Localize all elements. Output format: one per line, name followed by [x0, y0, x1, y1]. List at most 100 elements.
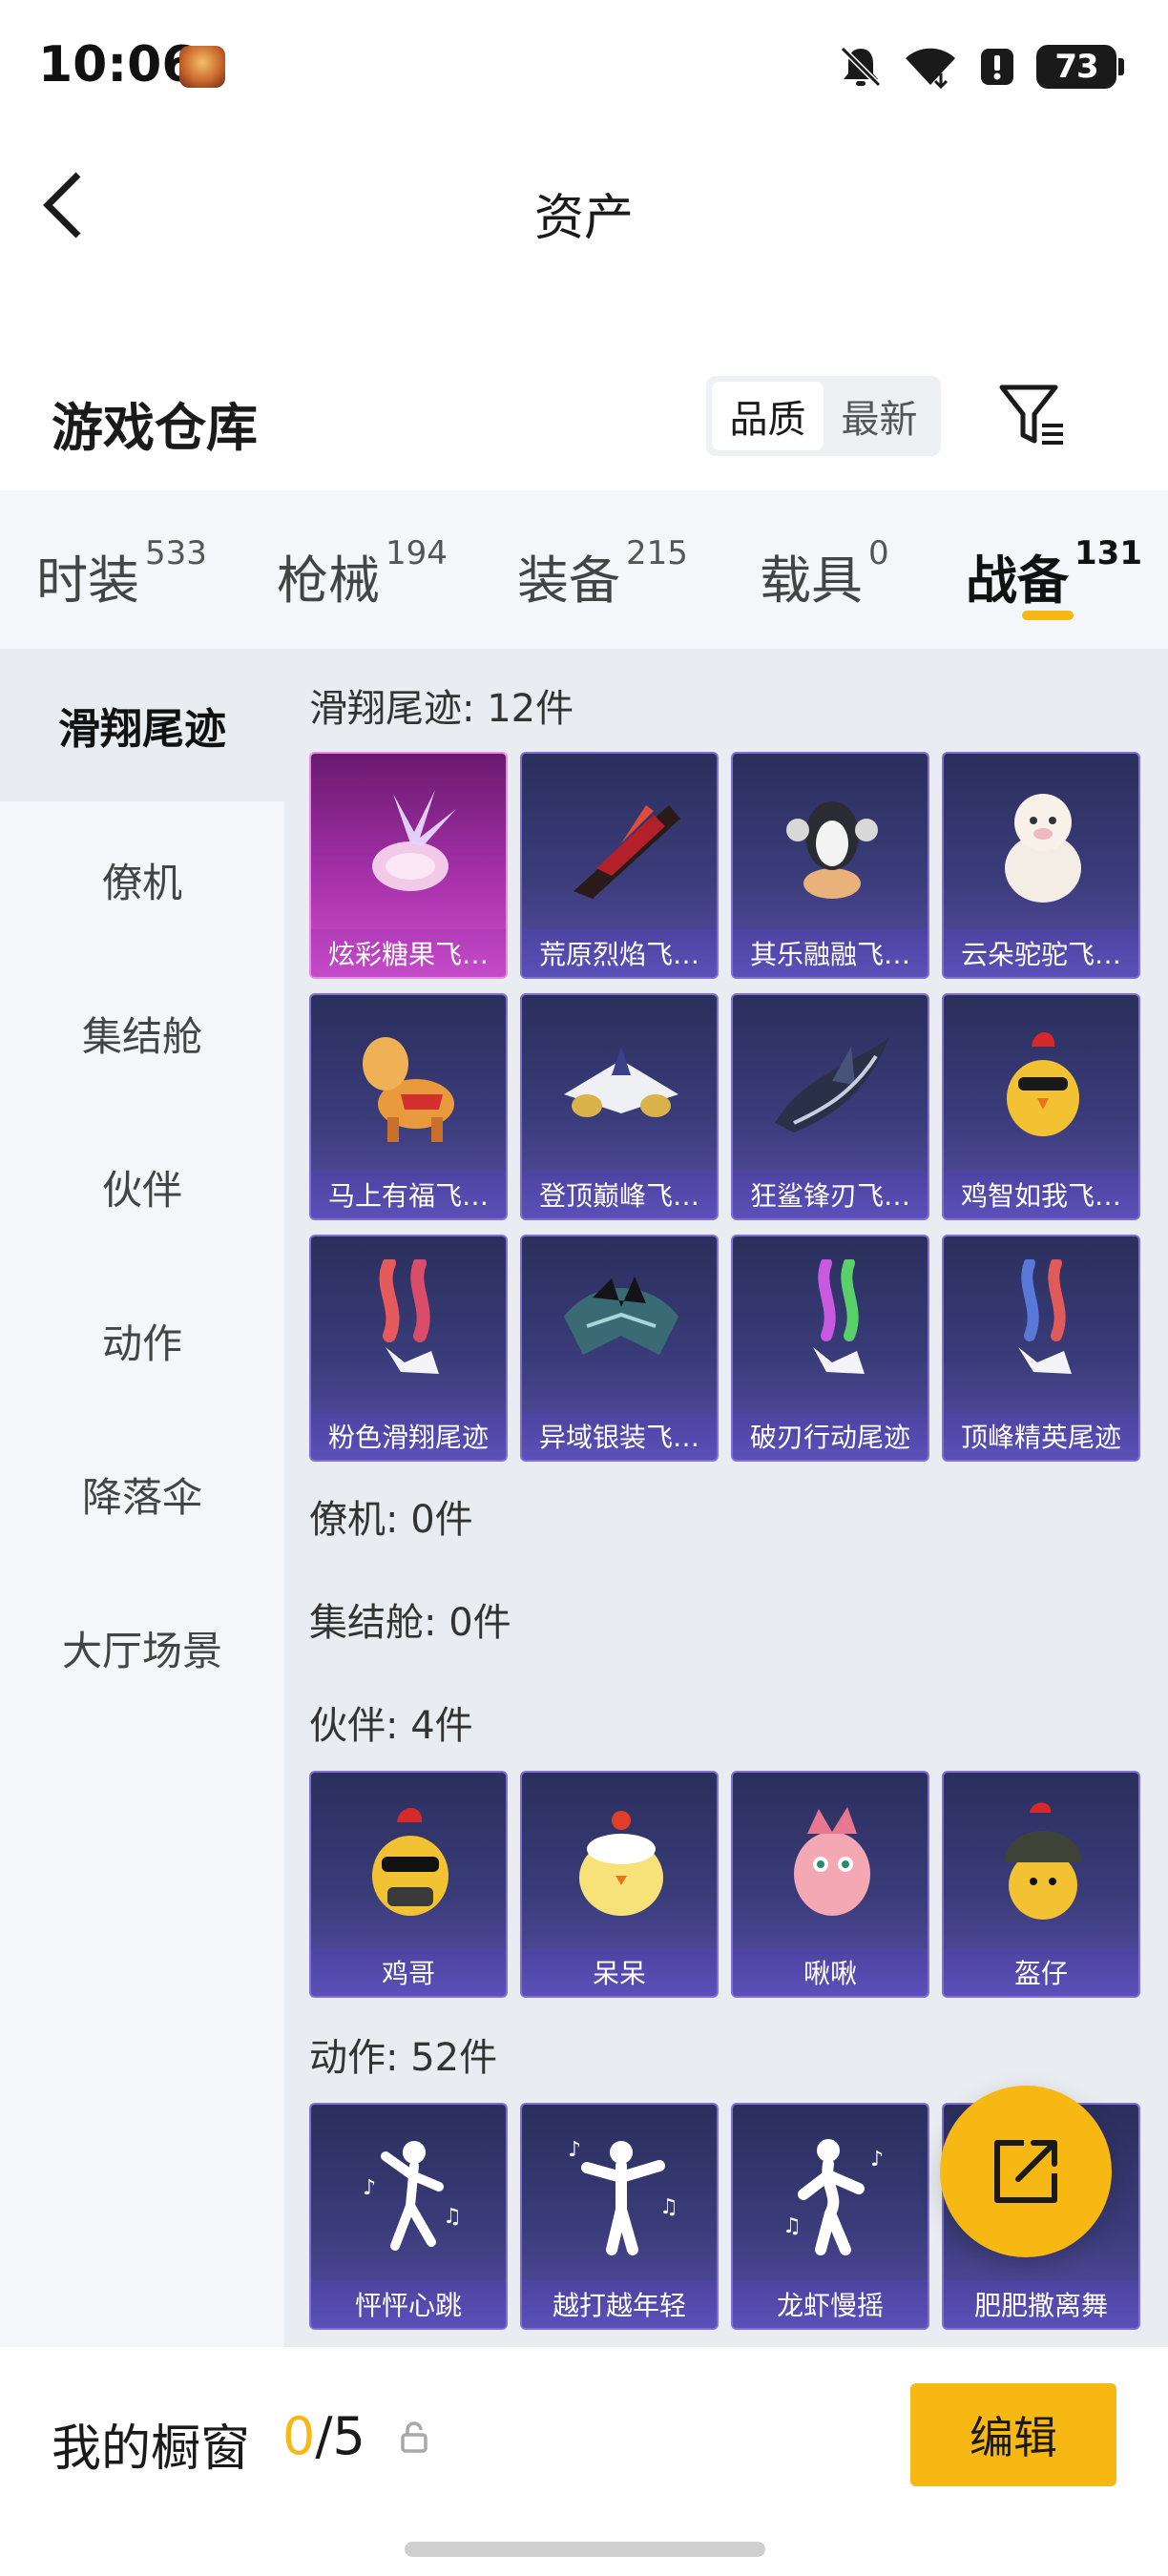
item-name: 越打越年轻 [522, 2280, 717, 2328]
sidebar-item-wingman[interactable]: 僚机 [0, 803, 284, 956]
wifi-icon [906, 48, 955, 89]
status-icons: 73 [840, 42, 1124, 92]
sidebar-item-emote[interactable]: 动作 [0, 1264, 284, 1417]
sidebar-item-assembly-pod[interactable]: 集结舱 [0, 957, 284, 1110]
sort-newest-button[interactable]: 最新 [824, 382, 935, 450]
sway-pose-icon: ♪ ♫ [765, 2128, 899, 2261]
item-card[interactable]: 鸡哥 [309, 1771, 508, 1998]
glide-trail-grid: 炫彩糖果飞… 荒原烈焰飞… 其乐融融飞… 云朵驼驼飞… 马上有福飞… 登顶巅峰飞… [309, 752, 1140, 1462]
status-bar: 10:06 73 [0, 0, 1168, 134]
battery-tip [1118, 58, 1124, 75]
sort-quality-button[interactable]: 品质 [712, 382, 824, 450]
item-card[interactable]: 其乐融融飞… [731, 752, 929, 979]
pink-smoke-trail-icon [344, 1259, 477, 1393]
tab-label: 装备 [517, 551, 620, 611]
item-name: 破刃行动尾迹 [733, 1412, 928, 1460]
home-indicator[interactable] [405, 2542, 765, 2557]
item-name: 怦怦心跳 [311, 2280, 506, 2328]
battery-icon: 73 [1036, 45, 1124, 89]
filter-button[interactable] [996, 380, 1069, 452]
tab-firearms[interactable]: 枪械 194 [277, 534, 448, 613]
item-card[interactable]: ♪ ♫ 怦怦心跳 [309, 2103, 508, 2330]
item-name: 其乐融融飞… [733, 929, 928, 977]
item-name: 登顶巅峰飞… [522, 1171, 717, 1218]
status-time: 10:06 [38, 36, 197, 93]
sidebar: 滑翔尾迹 僚机 集结舱 伙伴 动作 降落伞 大厅场景 [0, 649, 284, 2347]
item-card[interactable]: 荒原烈焰飞… [520, 752, 719, 979]
item-name: 异域银装飞… [522, 1412, 717, 1460]
tab-combat-gear[interactable]: 战备 131 [966, 534, 1142, 613]
candy-icon [344, 777, 477, 910]
section-title-emote: 动作: 52件 [309, 2036, 498, 2080]
tab-vehicles[interactable]: 载具 0 [760, 534, 889, 613]
battery-level: 73 [1036, 45, 1116, 89]
item-card[interactable]: 狂鲨锋刃飞… [731, 993, 929, 1220]
share-button[interactable] [940, 2086, 1112, 2257]
conducting-pose-icon: ♪ ♫ [554, 2128, 688, 2261]
item-name: 龙虾慢摇 [733, 2280, 928, 2328]
item-card[interactable]: 粉色滑翔尾迹 [309, 1235, 508, 1462]
item-card[interactable]: 登顶巅峰飞… [520, 993, 719, 1220]
showcase-bar: 我的橱窗 0/5 编辑 [0, 2347, 1168, 2576]
penguin-icon [765, 777, 899, 910]
chicken-icon [976, 1018, 1110, 1152]
section-title-assembly-pod: 集结舱: 0件 [309, 1601, 511, 1645]
item-name: 盔仔 [944, 1948, 1138, 1996]
bell-muted-icon [840, 46, 882, 88]
warehouse-title: 游戏仓库 [52, 398, 258, 458]
sidebar-item-lobby-scene[interactable]: 大厅场景 [0, 1571, 284, 1724]
tab-equipment[interactable]: 装备 215 [517, 534, 688, 613]
item-name: 鸡智如我飞… [944, 1171, 1138, 1218]
item-card[interactable]: 顶峰精英尾迹 [942, 1235, 1140, 1462]
section-title-glide-trail: 滑翔尾迹: 12件 [309, 687, 574, 731]
horse-icon [344, 1018, 477, 1152]
item-name: 粉色滑翔尾迹 [311, 1412, 506, 1460]
category-tabs: 时装 533 枪械 194 装备 215 载具 0 战备 131 [0, 490, 1168, 649]
filter-icon [999, 384, 1063, 445]
title-bar: 资产 [0, 134, 1168, 277]
active-tab-indicator [1022, 611, 1074, 620]
tab-count: 215 [626, 534, 688, 572]
helmet-chick-icon [976, 1796, 1110, 1929]
showcase-count-used: 0 [282, 2406, 316, 2466]
sidebar-item-glide-trail[interactable]: 滑翔尾迹 [0, 649, 284, 801]
item-card[interactable]: 呆呆 [520, 1771, 719, 1998]
sidebar-item-parachute[interactable]: 降落伞 [0, 1418, 284, 1570]
game-app-icon [179, 46, 225, 88]
rainbow-trail-icon [765, 1259, 899, 1393]
item-card[interactable]: ♪ ♫ 越打越年轻 [520, 2103, 719, 2330]
svg-text:♪: ♪ [363, 2176, 376, 2200]
item-card[interactable]: 马上有福飞… [309, 993, 508, 1220]
lock-icon [399, 2421, 429, 2458]
sort-toggle: 品质 最新 [706, 376, 941, 456]
item-name: 肥肥撒离舞 [944, 2280, 1138, 2328]
jet-glider-icon [554, 1018, 688, 1152]
edit-button[interactable]: 编辑 [910, 2383, 1116, 2486]
item-card[interactable]: 啾啾 [731, 1771, 929, 1998]
item-name: 狂鲨锋刃飞… [733, 1171, 928, 1218]
silver-glider-icon [554, 1259, 688, 1393]
item-card[interactable]: 云朵驼驼飞… [942, 752, 1140, 979]
item-card[interactable]: 破刃行动尾迹 [731, 1235, 929, 1462]
showcase-label: 我的橱窗 [52, 2420, 251, 2478]
item-name: 呆呆 [522, 1948, 717, 1996]
showcase-count: 0/5 [282, 2406, 365, 2466]
sidebar-item-companion[interactable]: 伙伴 [0, 1111, 284, 1263]
tab-count: 131 [1074, 534, 1142, 572]
chick-icon [554, 1796, 688, 1929]
item-name: 炫彩糖果飞… [311, 929, 506, 977]
svg-text:♫: ♫ [659, 2195, 678, 2219]
tab-fashion[interactable]: 时装 533 [36, 534, 207, 613]
item-name: 啾啾 [733, 1948, 928, 1996]
item-card[interactable]: 异域银装飞… [520, 1235, 719, 1462]
item-card[interactable]: 盔仔 [942, 1771, 1140, 1998]
item-card[interactable]: 炫彩糖果飞… [309, 752, 508, 979]
shark-icon [765, 1018, 899, 1152]
item-name: 云朵驼驼飞… [944, 929, 1138, 977]
item-card[interactable]: ♪ ♫ 龙虾慢摇 [731, 2103, 929, 2330]
svg-text:♫: ♫ [443, 2205, 462, 2229]
alert-icon [981, 49, 1013, 85]
tab-label: 枪械 [277, 551, 380, 611]
companion-grid: 鸡哥 呆呆 啾啾 盔仔 [309, 1771, 1140, 1998]
item-card[interactable]: 鸡智如我飞… [942, 993, 1140, 1220]
